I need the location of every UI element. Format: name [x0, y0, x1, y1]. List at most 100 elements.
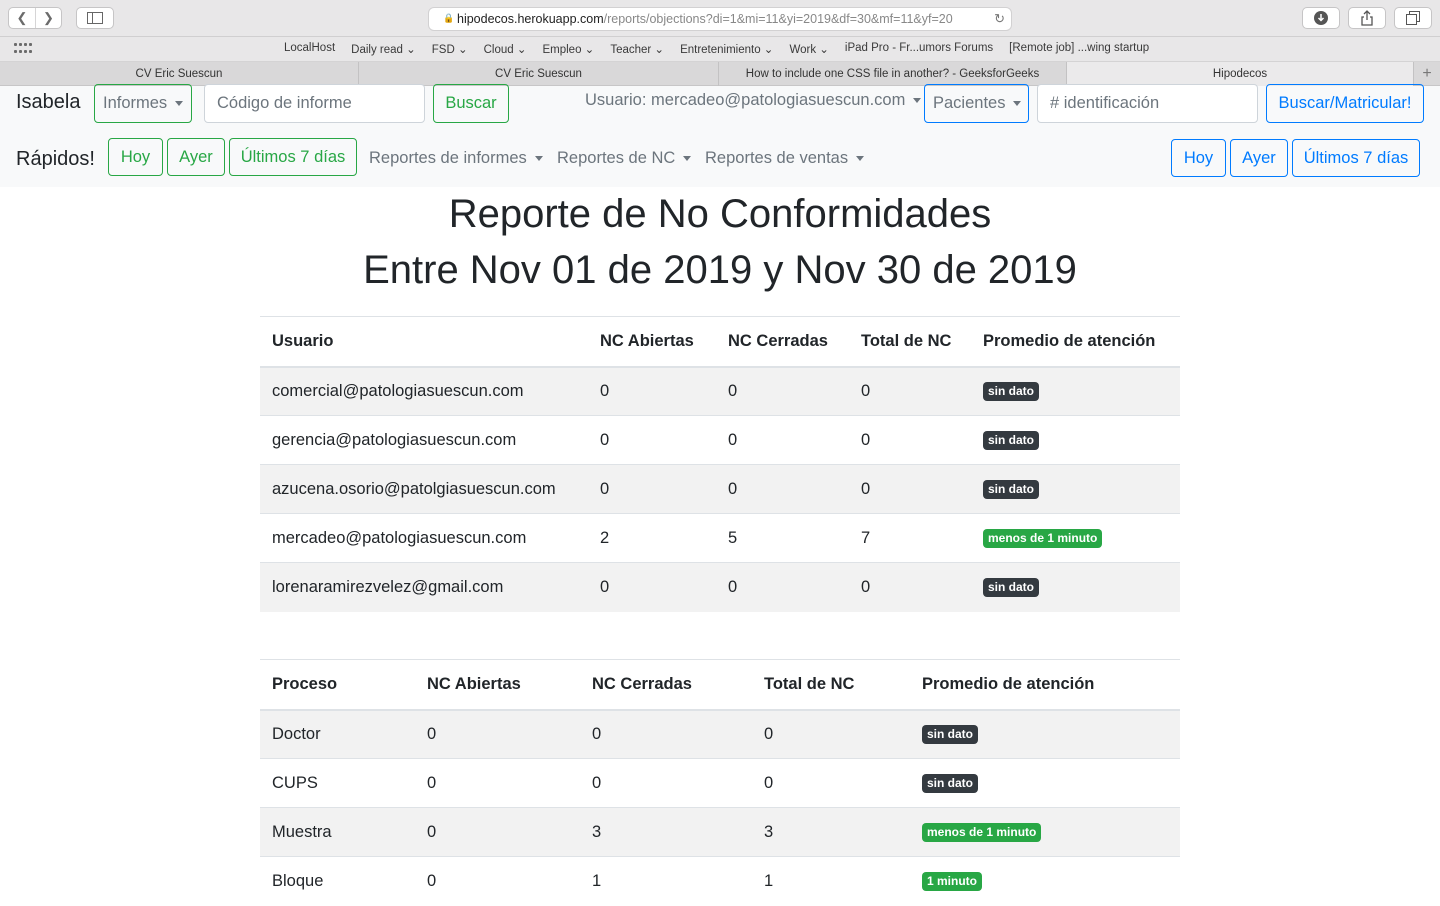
ultimos-7-dias-button[interactable]: Últimos 7 días — [229, 138, 357, 176]
total-nc-cell: 0 — [849, 366, 971, 416]
url-domain: hipodecos.herokuapp.com — [457, 12, 604, 26]
process-cell: Doctor — [260, 709, 415, 759]
chevron-down-icon — [856, 156, 865, 161]
closed-nc-cell: 1 — [580, 856, 752, 906]
user-cell: gerencia@patologiasuescun.com — [260, 415, 588, 465]
bookmark-ipad-pro[interactable]: iPad Pro - Fr...umors Forums — [845, 42, 993, 56]
open-nc-cell: 2 — [588, 513, 716, 563]
bookmark-daily-read[interactable]: Daily read ⌄ — [351, 42, 416, 56]
downloads-icon[interactable] — [1302, 7, 1340, 29]
url-path: /reports/objections?di=1&mi=11&yi=2019&d… — [603, 12, 953, 26]
status-badge: sin dato — [983, 479, 1040, 500]
open-nc-cell: 0 — [588, 415, 716, 465]
bookmark-empleo[interactable]: Empleo ⌄ — [542, 42, 594, 56]
table-row: Bloque 0 1 1 1 minuto — [260, 856, 1180, 906]
ayer-button[interactable]: Ayer — [167, 138, 225, 176]
bookmark-work[interactable]: Work ⌄ — [789, 42, 828, 56]
process-cell: Bloque — [260, 856, 415, 906]
tab-geeksforgeeks[interactable]: How to include one CSS file in another? … — [719, 62, 1067, 86]
bookmark-cloud[interactable]: Cloud ⌄ — [484, 42, 527, 56]
table-row: mercadeo@patologiasuescun.com 2 5 7 meno… — [260, 513, 1180, 563]
address-bar[interactable]: 🔒 hipodecos.herokuapp.com/reports/object… — [428, 7, 1012, 31]
open-nc-cell: 0 — [415, 807, 580, 857]
column-header: Total de NC — [752, 659, 910, 711]
buscar-button[interactable]: Buscar — [433, 84, 509, 123]
new-tab-icon[interactable]: + — [1414, 62, 1440, 85]
pacientes-dropdown[interactable]: Pacientes — [924, 84, 1029, 123]
pacientes-label: Pacientes — [933, 94, 1006, 112]
rapidos-label: Rápidos! — [16, 148, 95, 170]
total-nc-cell: 0 — [752, 758, 910, 808]
bookmark-localhost[interactable]: LocalHost — [284, 42, 335, 56]
column-header: NC Cerradas — [580, 659, 752, 711]
status-badge: sin dato — [922, 773, 979, 794]
back-icon[interactable]: ❮ — [9, 8, 35, 28]
total-nc-cell: 0 — [849, 464, 971, 514]
total-nc-cell: 3 — [752, 807, 910, 857]
column-header: NC Abiertas — [588, 316, 716, 368]
closed-nc-cell: 0 — [580, 709, 752, 759]
informes-label: Informes — [103, 94, 168, 112]
sidebar-toggle-icon[interactable] — [76, 7, 114, 29]
bookmark-fsd[interactable]: FSD ⌄ — [432, 42, 468, 56]
process-cell: CUPS — [260, 758, 415, 808]
open-nc-cell: 0 — [415, 758, 580, 808]
users-table: Usuario NC Abiertas NC Cerradas Total de… — [260, 316, 1180, 612]
tab-hipodecos[interactable]: Hipodecos — [1067, 62, 1414, 86]
hoy-button-right[interactable]: Hoy — [1171, 139, 1226, 177]
total-nc-cell: 0 — [849, 415, 971, 465]
bookmark-teacher[interactable]: Teacher ⌄ — [610, 42, 664, 56]
column-header: Total de NC — [849, 316, 971, 368]
chevron-down-icon — [175, 101, 184, 106]
reportes-ventas-dropdown[interactable]: Reportes de ventas — [705, 149, 865, 168]
hoy-button[interactable]: Hoy — [108, 138, 163, 176]
share-icon[interactable] — [1348, 7, 1386, 29]
reportes-informes-dropdown[interactable]: Reportes de informes — [369, 149, 543, 168]
column-header: NC Abiertas — [415, 659, 580, 711]
total-nc-cell: 7 — [849, 513, 971, 563]
status-badge: sin dato — [983, 430, 1040, 451]
chevron-down-icon — [534, 156, 543, 161]
patient-id-input[interactable]: # identificación — [1037, 84, 1258, 123]
table-row: Doctor 0 0 0 sin dato — [260, 709, 1180, 759]
status-badge: 1 minuto — [922, 872, 982, 892]
browser-toolbar: ❮ ❯ 🔒 hipodecos.herokuapp.com/reports/ob… — [0, 0, 1440, 37]
table-row: Muestra 0 3 3 menos de 1 minuto — [260, 807, 1180, 857]
status-badge: sin dato — [983, 578, 1040, 598]
apps-grid-icon[interactable] — [14, 43, 32, 55]
informes-dropdown[interactable]: Informes — [94, 84, 192, 123]
tabs-overview-icon[interactable] — [1394, 7, 1432, 29]
process-table: Proceso NC Abiertas NC Cerradas Total de… — [260, 659, 1180, 906]
total-nc-cell: 0 — [849, 562, 971, 612]
tab-cv-1[interactable]: CV Eric Suescun — [0, 62, 359, 86]
forward-icon[interactable]: ❯ — [35, 8, 61, 28]
table-header-row: Proceso NC Abiertas NC Cerradas Total de… — [260, 659, 1180, 711]
report-code-input[interactable]: Código de informe — [204, 84, 425, 123]
total-nc-cell: 1 — [752, 856, 910, 906]
bookmarks-bar: LocalHost Daily read ⌄ FSD ⌄ Cloud ⌄ Emp… — [0, 37, 1440, 62]
open-nc-cell: 0 — [415, 709, 580, 759]
open-nc-cell: 0 — [588, 366, 716, 416]
table-row: lorenaramirezvelez@gmail.com 0 0 0 sin d… — [260, 562, 1180, 612]
closed-nc-cell: 0 — [716, 415, 849, 465]
closed-nc-cell: 0 — [716, 366, 849, 416]
ultimos-7-dias-button-right[interactable]: Últimos 7 días — [1292, 139, 1420, 177]
reportes-nc-dropdown[interactable]: Reportes de NC — [557, 149, 692, 168]
process-cell: Muestra — [260, 807, 415, 857]
bookmark-entretenimiento[interactable]: Entretenimiento ⌄ — [680, 42, 773, 56]
status-badge: sin dato — [983, 382, 1040, 402]
bookmark-remote-job[interactable]: [Remote job] ...wing startup — [1009, 42, 1149, 56]
table-row: azucena.osorio@patolgiasuescun.com 0 0 0… — [260, 464, 1180, 514]
user-label: Usuario: mercadeo@patologiasuescun.com — [585, 91, 906, 109]
column-header: Proceso — [260, 659, 415, 711]
table-row: CUPS 0 0 0 sin dato — [260, 758, 1180, 808]
tab-cv-2[interactable]: CV Eric Suescun — [359, 62, 719, 86]
open-nc-cell: 0 — [415, 856, 580, 906]
reload-icon[interactable]: ↻ — [990, 11, 1005, 27]
buscar-matricular-button[interactable]: Buscar/Matricular! — [1266, 84, 1424, 123]
closed-nc-cell: 0 — [580, 758, 752, 808]
user-menu[interactable]: Usuario: mercadeo@patologiasuescun.com — [585, 91, 922, 110]
chevron-down-icon — [683, 156, 692, 161]
brand[interactable]: Isabela — [16, 91, 81, 114]
ayer-button-right[interactable]: Ayer — [1230, 139, 1288, 177]
